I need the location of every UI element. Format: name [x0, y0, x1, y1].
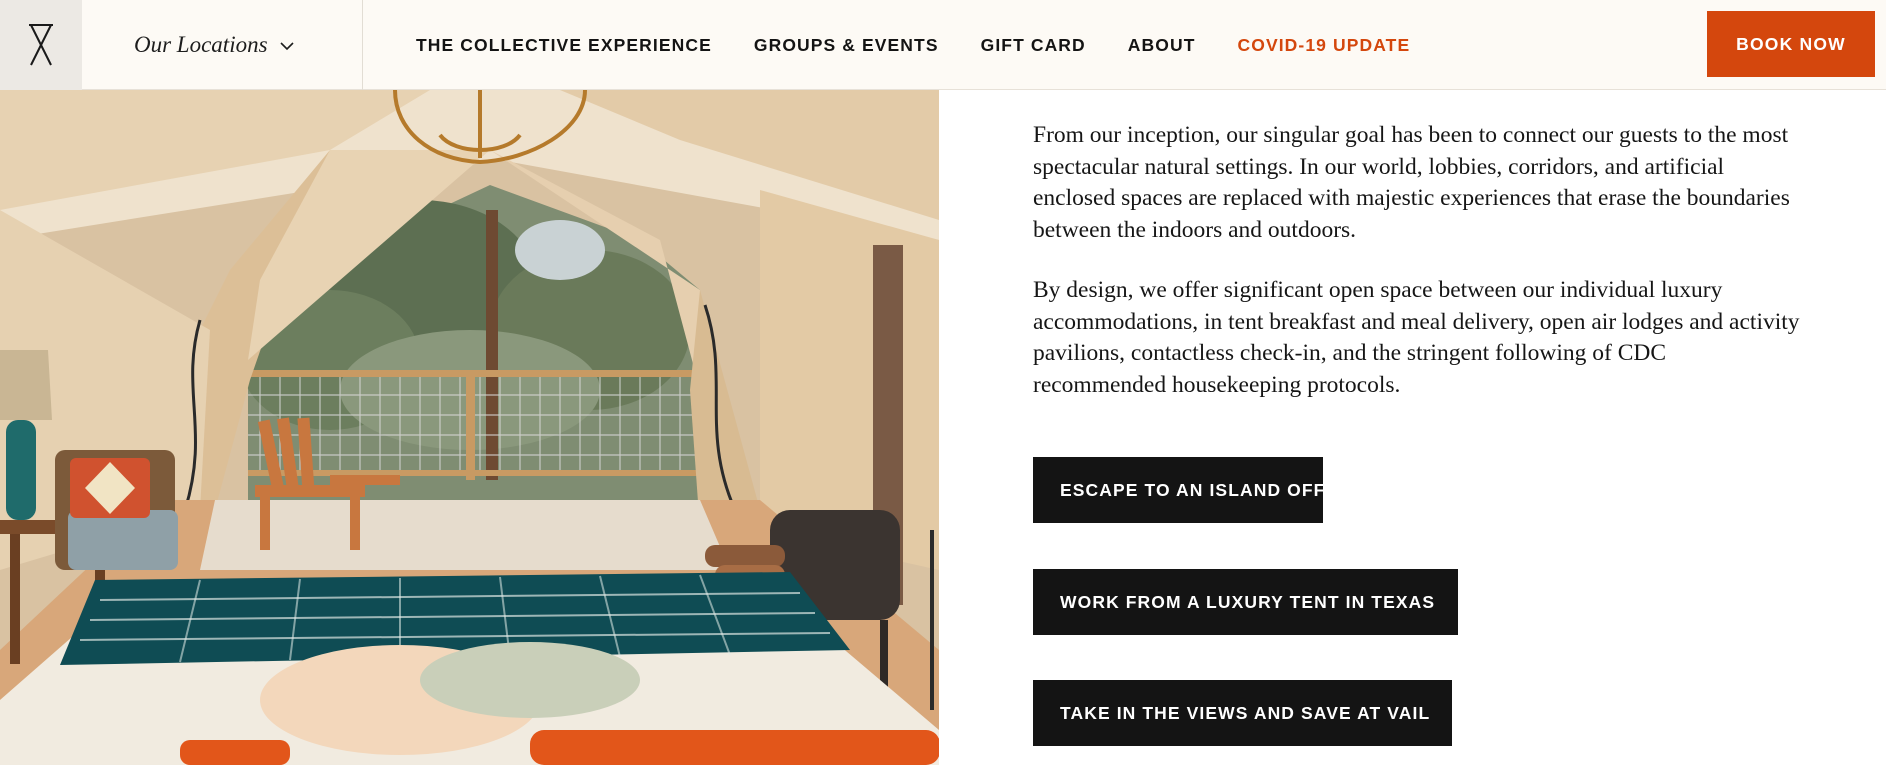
collective-x-logo-icon	[29, 24, 53, 66]
nav-covid-update[interactable]: COVID-19 UPDATE	[1238, 35, 1411, 56]
cta-island-nyc-button[interactable]: ESCAPE TO AN ISLAND OFF OF NYC	[1033, 457, 1403, 523]
nav-groups-events[interactable]: GROUPS & EVENTS	[754, 35, 939, 56]
intro-paragraph-1: From our inception, our singular goal ha…	[1033, 122, 1790, 243]
nav-gift-card[interactable]: GIFT CARD	[981, 35, 1086, 56]
tent-interior-photo	[0, 90, 939, 765]
locations-label: Our Locations	[134, 32, 268, 57]
nav-about[interactable]: ABOUT	[1128, 35, 1196, 56]
main-nav: THE COLLECTIVE EXPERIENCE GROUPS & EVENT…	[416, 0, 1452, 90]
nav-collective-experience[interactable]: THE COLLECTIVE EXPERIENCE	[416, 35, 712, 56]
home-logo-link[interactable]	[0, 0, 82, 90]
cta-tent-texas-button[interactable]: WORK FROM A LUXURY TENT IN TEXAS	[1033, 569, 1458, 635]
site-header: Our Locations THE COLLECTIVE EXPERIENCE …	[0, 0, 1886, 90]
chevron-down-icon	[279, 38, 294, 56]
locations-dropdown[interactable]: Our Locations	[82, 0, 363, 90]
intro-paragraph-2: By design, we offer significant open spa…	[1033, 277, 1800, 398]
book-now-button[interactable]: BOOK NOW	[1707, 11, 1875, 77]
intro-text: From our inception, our singular goal ha…	[1033, 120, 1803, 401]
cta-views-vail-button[interactable]: TAKE IN THE VIEWS AND SAVE AT VAIL	[1033, 680, 1452, 746]
